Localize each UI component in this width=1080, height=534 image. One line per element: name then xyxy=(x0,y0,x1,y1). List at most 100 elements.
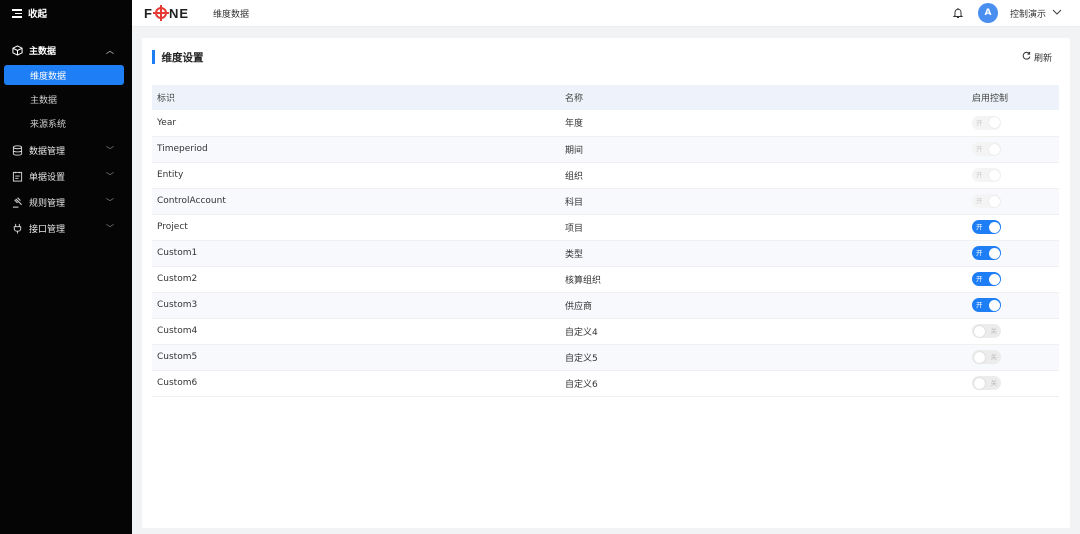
cell-name: 期间 xyxy=(560,136,968,163)
table-row: Project 项目开 xyxy=(152,214,1059,241)
sidebar-item-master-data[interactable]: 主数据 xyxy=(4,89,124,109)
toggle-knob xyxy=(988,247,1000,259)
cell-id: Custom2 xyxy=(152,266,560,293)
cell-id: Timeperiod xyxy=(152,136,560,163)
logo-right-text: NE xyxy=(168,5,190,21)
toggle-knob xyxy=(988,169,1000,181)
table-row: Custom4 自定义4 关 xyxy=(152,318,1059,345)
toggle-knob xyxy=(973,325,985,337)
fone-logo[interactable]: F NE xyxy=(144,5,190,21)
cell-name: 年度 xyxy=(560,110,968,137)
refresh-icon xyxy=(1022,51,1031,63)
sidebar-item-label: 来源系统 xyxy=(30,119,67,130)
chevron-down-icon: ﹀ xyxy=(106,197,114,207)
cell-name: 项目 xyxy=(560,214,968,241)
sidebar-group-label: 规则管理 xyxy=(29,198,66,209)
cell-name: 科目 xyxy=(560,188,968,215)
enable-toggle[interactable]: 开 xyxy=(972,272,1001,286)
chevron-down-icon[interactable] xyxy=(1052,8,1062,19)
document-icon xyxy=(12,171,23,182)
cell-toggle: 开 xyxy=(968,266,1059,293)
dimension-table: 标识 名称 启用控制 Year 年度开 Timeperiod 期间开 Entity 组织开… xyxy=(152,85,1059,397)
chevron-down-icon: ﹀ xyxy=(106,145,114,155)
chevron-down-icon: ﹀ xyxy=(106,223,114,233)
cell-id: Entity xyxy=(152,162,560,189)
sidebar-group-label: 单据设置 xyxy=(29,172,66,183)
enable-toggle[interactable]: 开 xyxy=(972,298,1001,312)
table-header-row: 标识 名称 启用控制 xyxy=(152,85,1059,110)
bell-icon[interactable] xyxy=(952,7,964,19)
gavel-icon xyxy=(12,196,23,208)
cell-name: 类型 xyxy=(560,240,968,267)
sidebar-group-interface-management[interactable]: 接口管理 ﹀ xyxy=(0,215,132,241)
sidebar-item-label: 维度数据 xyxy=(30,71,67,82)
table-row: Custom1 类型开 xyxy=(152,240,1059,267)
cell-toggle: 关 xyxy=(968,344,1059,371)
cell-toggle: 开 xyxy=(968,188,1059,215)
toggle-text: 开 xyxy=(976,118,983,127)
cell-id: Year xyxy=(152,110,560,137)
cell-id: Project xyxy=(152,214,560,241)
toggle-knob xyxy=(988,117,1000,129)
user-name[interactable]: 控制演示 xyxy=(1010,7,1046,20)
sidebar-group-data-management[interactable]: 数据管理 ﹀ xyxy=(0,137,132,163)
toggle-text: 开 xyxy=(976,197,983,205)
sidebar-group-document-settings[interactable]: 单据设置 ﹀ xyxy=(0,163,132,189)
sidebar-group-label: 数据管理 xyxy=(29,146,66,157)
sidebar-item-source-system[interactable]: 来源系统 xyxy=(4,113,124,133)
enable-toggle: 开 xyxy=(972,142,1001,156)
refresh-button[interactable]: 刷新 xyxy=(1022,51,1052,64)
enable-toggle[interactable]: 开 xyxy=(972,220,1001,234)
sidebar-group-label: 主数据 xyxy=(29,46,57,57)
bottom-strip xyxy=(132,528,1080,534)
toggle-knob xyxy=(988,195,1000,207)
cell-toggle: 开 xyxy=(968,162,1059,189)
enable-toggle[interactable]: 关 xyxy=(972,376,1001,390)
cell-toggle: 开 xyxy=(968,214,1059,241)
avatar[interactable]: A xyxy=(977,3,998,23)
sidebar-group-label: 接口管理 xyxy=(29,224,66,235)
enable-toggle: 开 xyxy=(972,115,1001,130)
header-user-area: A 控制演示 xyxy=(952,3,1062,23)
enable-toggle[interactable]: 开 xyxy=(972,246,1001,260)
cell-id: Custom4 xyxy=(152,318,560,345)
table-row: Custom2 核算组织开 xyxy=(152,266,1059,293)
toggle-knob xyxy=(988,299,1000,311)
toggle-knob xyxy=(988,273,1000,285)
toggle-text: 开 xyxy=(976,223,983,231)
enable-toggle[interactable]: 关 xyxy=(972,350,1001,364)
column-header-name: 名称 xyxy=(560,85,968,110)
enable-toggle: 开 xyxy=(972,168,1001,182)
cell-toggle: 开 xyxy=(968,240,1059,267)
cell-id: ControlAccount xyxy=(152,188,560,215)
cell-toggle: 关 xyxy=(968,318,1059,345)
cell-name: 组织 xyxy=(560,162,968,189)
sidebar-collapse-button[interactable]: 收起 xyxy=(0,0,132,26)
cell-name: 自定义4 xyxy=(560,318,968,345)
dimension-settings-panel: 维度设置 刷新 标识 名称 启用控制 Year 年度开 Timeperiod 期间开 E… xyxy=(142,38,1070,528)
table-row: Custom6 自定义6 关 xyxy=(152,370,1059,397)
table-row: Custom3 供应商开 xyxy=(152,292,1059,319)
enable-toggle[interactable]: 关 xyxy=(972,324,1001,338)
sidebar-item-dimension-data[interactable]: 维度数据 xyxy=(4,65,124,85)
toggle-text: 开 xyxy=(976,249,983,257)
toggle-knob xyxy=(988,143,1000,155)
cell-toggle: 开 xyxy=(968,110,1059,137)
cell-toggle: 关 xyxy=(968,370,1059,397)
sidebar-group-rule-management[interactable]: 规则管理 ﹀ xyxy=(0,189,132,215)
cell-name: 自定义5 xyxy=(560,344,968,371)
cell-toggle: 开 xyxy=(968,136,1059,163)
plug-icon xyxy=(12,223,23,234)
toggle-text: 开 xyxy=(976,171,983,179)
database-icon xyxy=(12,144,23,156)
chevron-up-icon: ︿ xyxy=(106,45,114,55)
toggle-text: 关 xyxy=(990,353,998,361)
toggle-text: 开 xyxy=(976,275,983,283)
panel-title: 维度设置 xyxy=(161,51,204,64)
toggle-knob xyxy=(973,377,985,389)
cell-toggle: 开 xyxy=(968,292,1059,319)
column-header-id: 标识 xyxy=(152,85,560,110)
sidebar-item-label: 主数据 xyxy=(30,95,58,106)
cell-id: Custom5 xyxy=(152,344,560,371)
sidebar-group-master-data[interactable]: 主数据 ︿ xyxy=(0,37,132,63)
